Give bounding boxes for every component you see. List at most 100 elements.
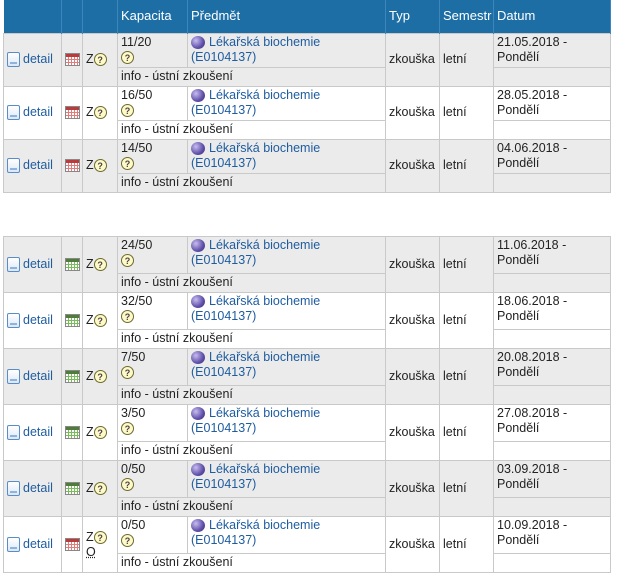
header-capacity: Kapacita [117,0,188,33]
table-row: detail Z? 16/50 ? Lékařská biochemie (E0… [3,85,611,140]
document-icon[interactable] [7,537,20,553]
calendar-icon[interactable] [65,482,80,496]
info-text: info - ústní zkoušení [117,66,386,87]
subject-code-link[interactable]: (E0104137) [191,309,256,323]
capacity-cell: 3/50 ? [117,404,188,442]
date-cell: 04.06.2018 - Pondělí [493,138,611,174]
table-row: detail Z? 24/50 ? Lékařská biochemie (E0… [3,236,611,293]
detail-link[interactable]: detail [23,158,53,172]
calendar-icon[interactable] [65,106,80,120]
document-icon[interactable] [7,52,20,68]
date-value: 10.09.2018 - [497,518,568,532]
subject-link[interactable]: Lékařská biochemie [209,462,320,476]
help-icon[interactable]: ? [93,258,107,272]
document-icon[interactable] [7,257,20,273]
type-cell: zkouška [385,460,440,517]
calendar-icon[interactable] [65,314,80,328]
detail-link[interactable]: detail [23,313,53,327]
type-cell: zkouška [385,85,440,140]
subject-link[interactable]: Lékařská biochemie [209,238,320,252]
subject-code-link[interactable]: (E0104137) [191,533,256,547]
semester-cell: letní [439,516,494,573]
table-row: detail Z? 7/50 ? Lékařská biochemie (E01… [3,348,611,405]
day-value: Pondělí [497,477,540,491]
table-row: detail Z? 32/50 ? Lékařská biochemie (E0… [3,292,611,349]
calendar-cell [61,516,83,573]
detail-link[interactable]: detail [23,257,53,271]
subject-code-link[interactable]: (E0104137) [191,103,256,117]
help-icon[interactable]: ? [121,534,134,548]
document-icon[interactable] [7,481,20,497]
calendar-icon[interactable] [65,426,80,440]
help-icon[interactable]: ? [121,422,134,436]
help-icon[interactable]: ? [121,254,134,268]
help-icon[interactable]: ? [93,426,107,440]
document-icon[interactable] [7,313,20,329]
help-icon[interactable]: ? [121,103,134,117]
help-icon[interactable]: ? [93,530,107,544]
help-icon[interactable]: ? [93,106,107,120]
calendar-cell [61,236,83,293]
help-icon[interactable]: ? [121,156,134,170]
subject-link[interactable]: Lékařská biochemie [209,35,320,49]
calendar-icon[interactable] [65,538,80,552]
term-z: Z [86,257,94,271]
subject-link[interactable]: Lékařská biochemie [209,141,320,155]
date-value: 27.08.2018 - [497,406,568,420]
subject-icon [191,141,205,155]
capacity-cell: 11/20 ? [117,32,188,68]
help-icon[interactable]: ? [93,53,107,67]
subject-link[interactable]: Lékařská biochemie [209,518,320,532]
detail-link[interactable]: detail [23,537,53,551]
detail-link[interactable]: detail [23,105,53,119]
subject-cell: Lékařská biochemie (E0104137) [187,32,386,68]
calendar-icon[interactable] [65,370,80,384]
calendar-icon[interactable] [65,258,80,272]
calendar-cell [61,292,83,349]
subject-code-link[interactable]: (E0104137) [191,253,256,267]
help-icon[interactable]: ? [93,314,107,328]
calendar-icon[interactable] [65,159,80,173]
subject-link[interactable]: Lékařská biochemie [209,294,320,308]
detail-link[interactable]: detail [23,481,53,495]
table-header: Kapacita Předmět Typ Semestr Datum [3,0,611,33]
detail-link[interactable]: detail [23,425,53,439]
capacity-value: 7/50 [121,350,146,364]
term-cell: Z? [82,460,118,517]
type-cell: zkouška [385,348,440,405]
date-value: 21.05.2018 - [497,34,568,49]
document-icon[interactable] [7,105,20,121]
document-icon[interactable] [7,425,20,441]
subject-icon [191,407,205,421]
help-icon[interactable]: ? [121,366,134,380]
subject-link[interactable]: Lékařská biochemie [209,350,320,364]
help-icon[interactable]: ? [121,310,134,324]
help-icon[interactable]: ? [121,50,134,64]
detail-link[interactable]: detail [23,52,53,66]
subject-code-link[interactable]: (E0104137) [191,50,256,64]
term-cell: Z? [82,85,118,140]
subject-link[interactable]: Lékařská biochemie [209,88,320,102]
document-icon[interactable] [7,369,20,385]
help-icon[interactable]: ? [93,159,107,173]
calendar-icon[interactable] [65,53,80,67]
subject-code-link[interactable]: (E0104137) [191,477,256,491]
help-icon[interactable]: ? [93,482,107,496]
subject-code-link[interactable]: (E0104137) [191,421,256,435]
day-value: Pondělí [497,49,540,64]
capacity-cell: 0/50 ? [117,516,188,554]
capacity-value: 32/50 [121,294,153,308]
detail-link[interactable]: detail [23,369,53,383]
subject-code-link[interactable]: (E0104137) [191,365,256,379]
subject-code-link[interactable]: (E0104137) [191,156,256,170]
day-value: Pondělí [497,365,540,379]
help-icon[interactable]: ? [93,370,107,384]
info-text: info - ústní zkoušení [117,119,386,140]
help-icon[interactable]: ? [121,478,134,492]
table-row: detail Z? 14/50 ? Lékařská biochemie (E0… [3,138,611,193]
info-spacer [493,497,611,517]
capacity-cell: 24/50 ? [117,236,188,274]
term-o[interactable]: O [86,545,96,559]
document-icon[interactable] [7,158,20,174]
subject-link[interactable]: Lékařská biochemie [209,406,320,420]
